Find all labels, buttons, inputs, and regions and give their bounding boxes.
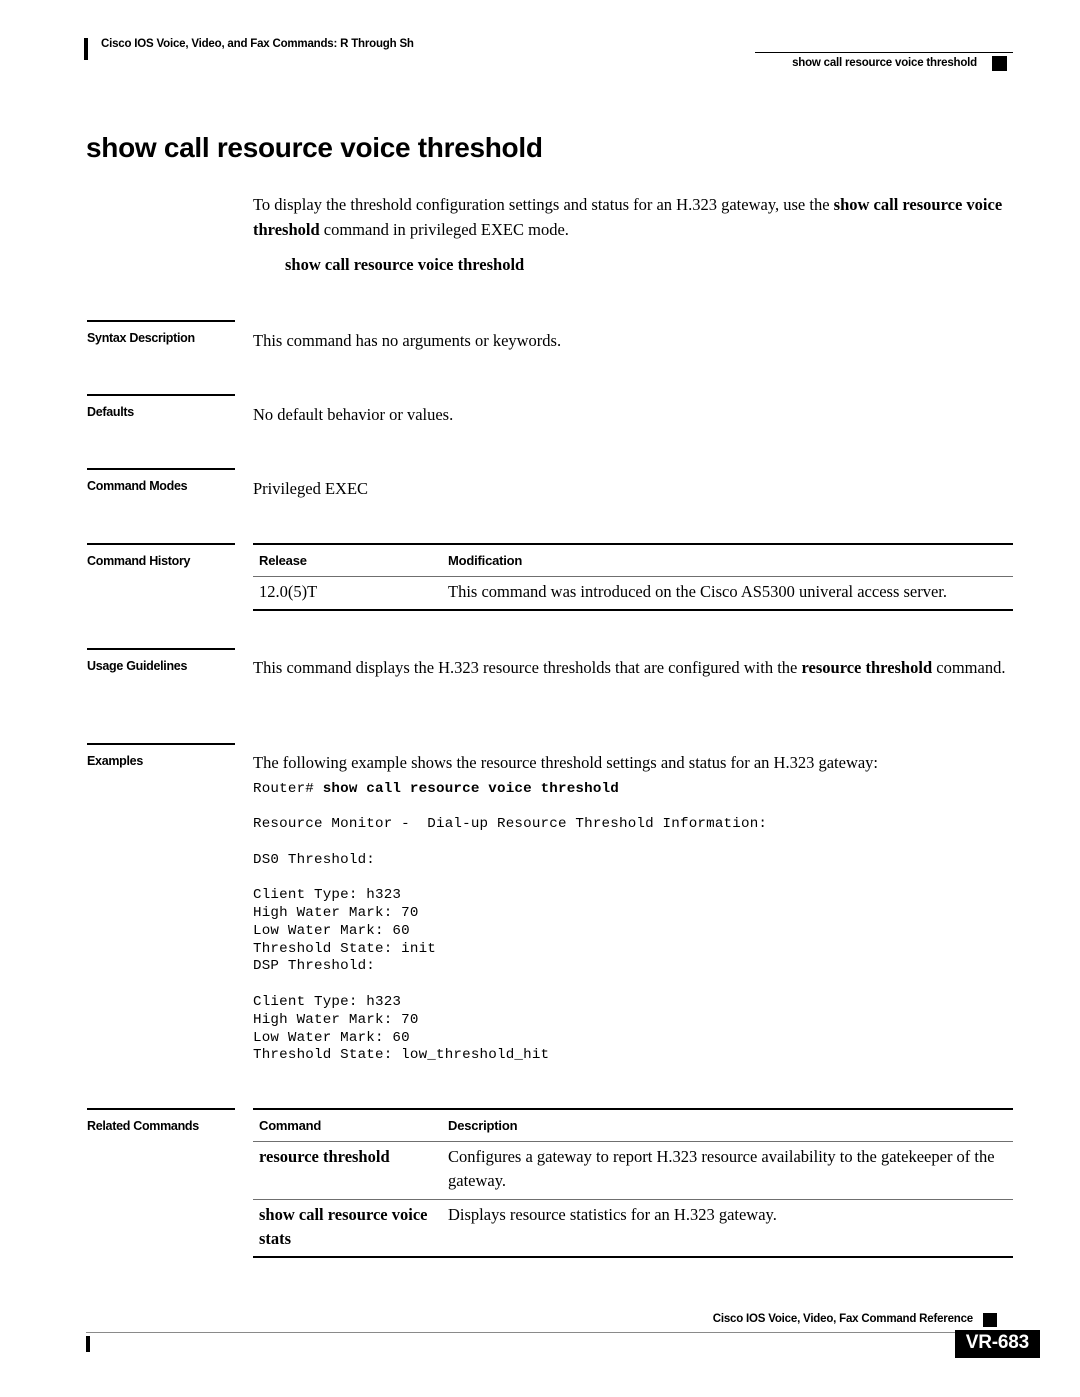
section-label-usage-guidelines: Usage Guidelines	[87, 659, 188, 673]
usage-guidelines-body: This command displays the H.323 resource…	[253, 655, 1013, 680]
command-modes-rule	[87, 468, 235, 470]
command-modes-body: Privileged EXEC	[253, 479, 369, 498]
command-syntax: show call resource voice threshold	[285, 255, 525, 274]
footer-book-title: Cisco IOS Voice, Video, Fax Command Refe…	[712, 1313, 973, 1325]
example-output: Resource Monitor - Dial-up Resource Thre…	[253, 816, 768, 1064]
section-label-syntax-description: Syntax Description	[87, 331, 195, 345]
usage-text-1: This command displays the H.323 resource…	[253, 658, 802, 677]
section-label-related-commands: Related Commands	[87, 1119, 199, 1133]
usage-text-2: command.	[932, 658, 1006, 677]
related-table-bottom-rule	[253, 1256, 1013, 1258]
section-label-command-modes: Command Modes	[87, 479, 188, 493]
command-history-cell-release: 12.0(5)T	[259, 582, 318, 601]
related-table-top-rule	[253, 1108, 1013, 1110]
intro-paragraph: To display the threshold configuration s…	[253, 192, 1013, 242]
usage-bold-1: resource threshold	[801, 658, 933, 677]
header-command-title: show call resource voice threshold	[792, 57, 977, 69]
related-commands-header-command: Command	[259, 1118, 322, 1133]
page-title: show call resource voice threshold	[86, 132, 543, 163]
examples-body: The following example shows the resource…	[253, 753, 879, 772]
defaults-rule	[87, 394, 235, 396]
section-label-command-history: Command History	[87, 554, 191, 568]
related-commands-cell-description-1: Displays resource statistics for an H.32…	[448, 1205, 777, 1224]
syntax-description-rule	[87, 320, 235, 322]
code-prompt: Router#	[253, 781, 323, 797]
document-page: Cisco IOS Voice, Video, and Fax Commands…	[0, 0, 1080, 1397]
header-rule	[755, 52, 1013, 53]
header-left-marker	[84, 38, 88, 60]
command-history-header-release: Release	[259, 553, 307, 568]
command-history-rule	[87, 543, 235, 545]
example-command-line: Router# show call resource voice thresho…	[253, 781, 1013, 799]
related-commands-rule	[87, 1108, 235, 1110]
intro-text-2: command in privileged EXEC mode.	[319, 220, 569, 239]
table-top-rule	[253, 543, 1013, 545]
syntax-description-body: This command has no arguments or keyword…	[253, 331, 562, 350]
footer-left-marker	[86, 1336, 90, 1352]
header-chapter-title: Cisco IOS Voice, Video, and Fax Commands…	[101, 38, 414, 50]
examples-rule	[87, 743, 235, 745]
related-commands-cell-command-1: show call resource voice stats	[259, 1205, 428, 1248]
related-commands-cell-command-0: resource threshold	[259, 1147, 390, 1166]
related-table-header-rule	[253, 1141, 1013, 1142]
code-command: show call resource voice threshold	[322, 781, 619, 797]
command-history-header-modification: Modification	[448, 553, 523, 568]
related-commands-header-description: Description	[448, 1118, 518, 1133]
footer-marker	[983, 1313, 997, 1327]
command-history-cell-modification: This command was introduced on the Cisco…	[448, 582, 948, 601]
section-label-defaults: Defaults	[87, 405, 134, 419]
page-number-badge: VR-683	[954, 1330, 1040, 1358]
footer-rule	[86, 1332, 1013, 1333]
related-table-row-rule	[253, 1199, 1013, 1200]
header-right-marker	[992, 56, 1007, 71]
table-header-rule	[253, 576, 1013, 577]
table-bottom-rule	[253, 609, 1013, 611]
defaults-body: No default behavior or values.	[253, 405, 454, 424]
section-label-examples: Examples	[87, 754, 143, 768]
usage-guidelines-rule	[87, 648, 235, 650]
intro-text-1: To display the threshold configuration s…	[253, 195, 834, 214]
related-commands-cell-description-0: Configures a gateway to report H.323 res…	[448, 1147, 995, 1190]
